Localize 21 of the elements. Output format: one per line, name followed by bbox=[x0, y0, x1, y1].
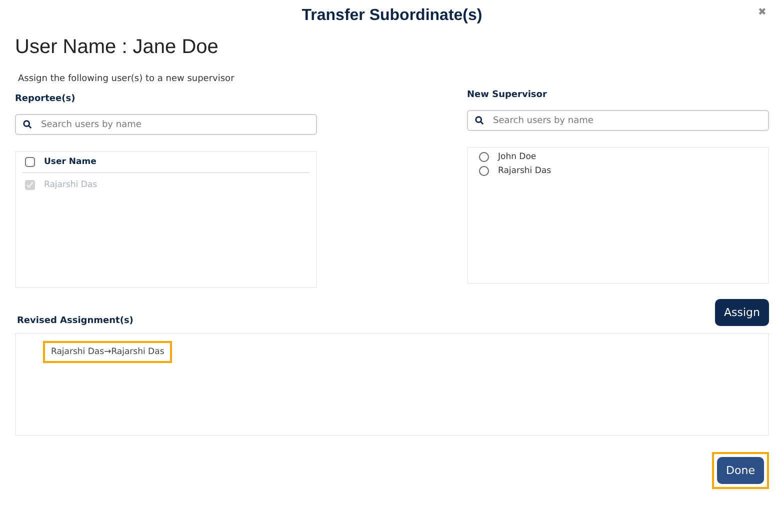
user-name-heading: User Name : Jane Doe bbox=[15, 36, 220, 59]
supervisor-radio[interactable] bbox=[479, 166, 489, 176]
close-button[interactable]: ✖ bbox=[758, 6, 766, 18]
search-icon bbox=[475, 116, 484, 125]
supervisor-name: John Doe bbox=[498, 152, 536, 162]
reportee-search-field[interactable]: Search users by name bbox=[15, 114, 317, 135]
supervisor-name: Rajarshi Das bbox=[498, 166, 552, 176]
reportees-label: Reportee(s) bbox=[15, 94, 76, 104]
search-icon bbox=[23, 120, 32, 129]
reportee-name: Rajarshi Das bbox=[44, 180, 98, 190]
assign-button[interactable]: Assign bbox=[715, 299, 769, 326]
dialog-title: Transfer Subordinate(s) bbox=[302, 7, 482, 25]
select-all-checkbox[interactable] bbox=[25, 157, 35, 167]
assignment-entry: Rajarshi Das→Rajarshi Das bbox=[43, 341, 172, 363]
supervisor-radio[interactable] bbox=[479, 152, 489, 162]
supervisor-search-field[interactable]: Search users by name bbox=[467, 110, 769, 131]
revised-assignments-label: Revised Assignment(s) bbox=[17, 316, 134, 326]
column-header: User Name bbox=[44, 157, 96, 167]
new-supervisor-label: New Supervisor bbox=[467, 90, 548, 100]
instruction-text: Assign the following user(s) to a new supervisor bbox=[18, 74, 236, 84]
done-button[interactable]: Done bbox=[717, 457, 764, 484]
